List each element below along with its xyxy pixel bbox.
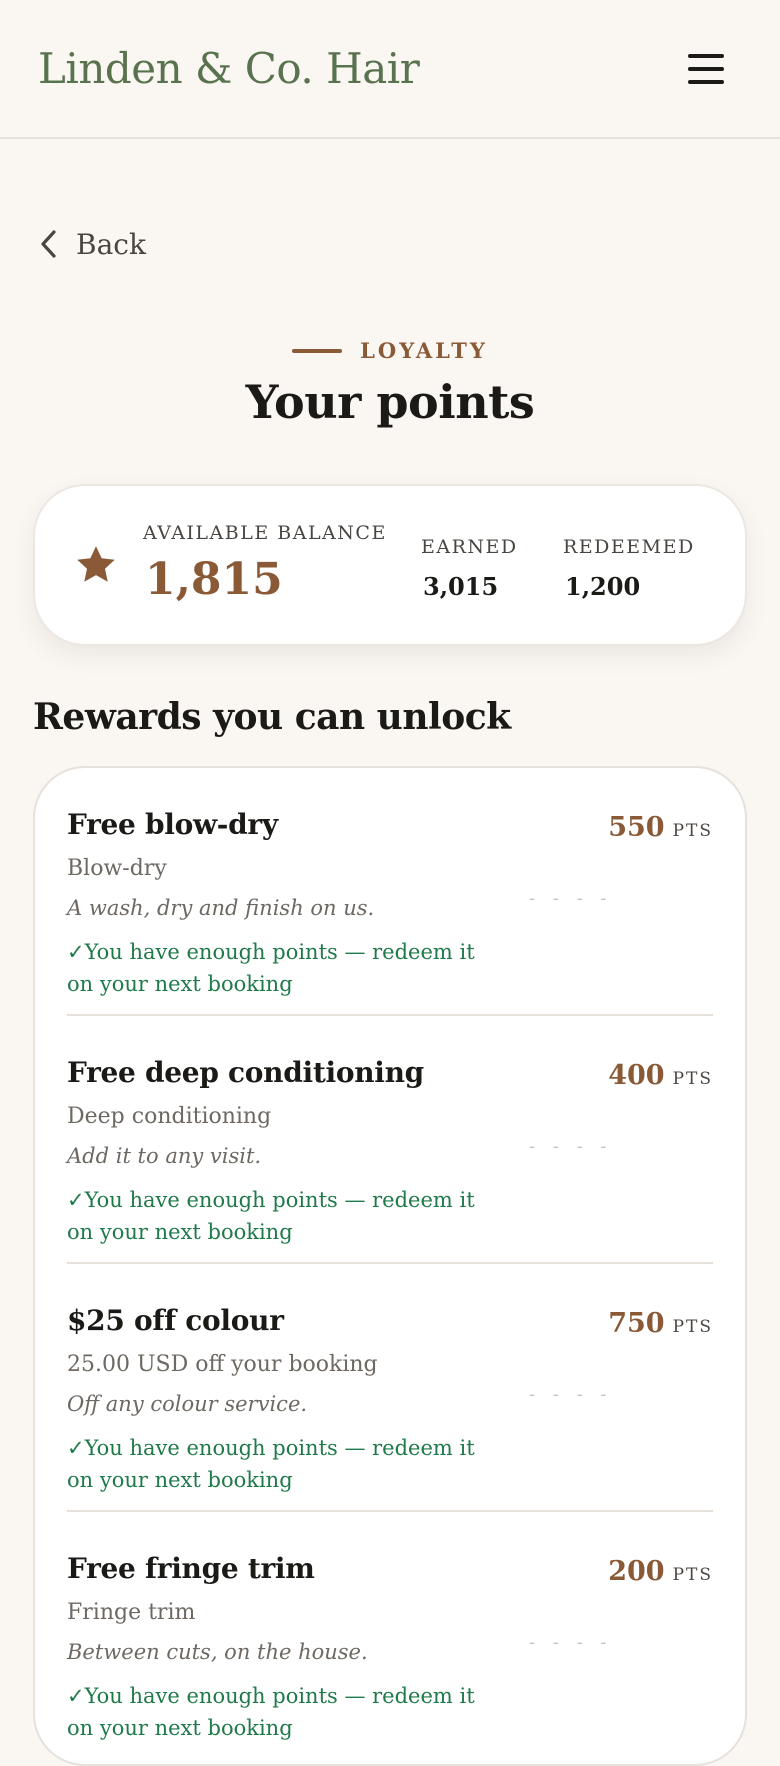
earned-value: 3,015: [423, 572, 499, 601]
balance-label: AVAILABLE BALANCE: [143, 522, 387, 544]
reward-item-free-blow-dry[interactable]: Free blow-dry Blow-dry A wash, dry and f…: [67, 768, 713, 1016]
redeemed-value: 1,200: [565, 572, 641, 601]
brand-logo[interactable]: Linden & Co. Hair: [38, 44, 420, 93]
reward-item-free-deep-conditioning[interactable]: Free deep conditioning Deep conditioning…: [67, 1016, 713, 1264]
reward-points: 200 PTS: [608, 1556, 713, 1587]
reward-description: Between cuts, on the house.: [67, 1640, 368, 1664]
rewards-section-title: Rewards you can unlock: [33, 696, 511, 738]
reward-points-unit: PTS: [672, 821, 713, 841]
reward-service: Deep conditioning: [67, 1104, 272, 1129]
reward-points-unit: PTS: [672, 1069, 713, 1089]
reward-item-free-fringe-trim[interactable]: Free fringe trim Fringe trim Between cut…: [67, 1512, 713, 1760]
reward-status: ✓You have enough points — redeem it on y…: [67, 940, 475, 996]
reward-name: Free deep conditioning: [67, 1056, 424, 1089]
balance-value: 1,815: [145, 554, 283, 605]
reward-points-value: 200: [608, 1556, 665, 1587]
reward-service: 25.00 USD off your booking: [67, 1352, 378, 1377]
balance-card: AVAILABLE BALANCE 1,815 EARNED 3,015 RED…: [33, 484, 747, 646]
reward-service: Fringe trim: [67, 1600, 196, 1625]
reward-status: ✓You have enough points — redeem it on y…: [67, 1436, 475, 1492]
chevron-left-icon: [41, 230, 56, 258]
rewards-list: Free blow-dry Blow-dry A wash, dry and f…: [33, 766, 747, 1766]
reward-points: 400 PTS: [608, 1060, 713, 1091]
eyebrow-text: LOYALTY: [360, 338, 488, 363]
back-button[interactable]: Back: [38, 224, 146, 264]
reward-description: Add it to any visit.: [67, 1144, 262, 1168]
reward-name: Free blow-dry: [67, 808, 278, 841]
hamburger-menu-icon[interactable]: [686, 52, 726, 86]
reward-points: 750 PTS: [608, 1308, 713, 1339]
reward-points-value: 750: [608, 1308, 665, 1339]
app-header: Linden & Co. Hair: [0, 0, 780, 139]
reward-name: $25 off colour: [67, 1304, 284, 1337]
redeemed-label: REDEEMED: [563, 536, 695, 558]
reward-description: Off any colour service.: [67, 1392, 308, 1416]
reward-description: A wash, dry and finish on us.: [67, 896, 375, 920]
eyebrow: LOYALTY: [0, 338, 780, 363]
reward-placeholder: - - - -: [529, 1384, 613, 1405]
earned-label: EARNED: [421, 536, 518, 558]
reward-points-unit: PTS: [672, 1565, 713, 1585]
reward-name: Free fringe trim: [67, 1552, 315, 1585]
back-label: Back: [76, 227, 146, 261]
reward-item-25-off-colour[interactable]: $25 off colour 25.00 USD off your bookin…: [67, 1264, 713, 1512]
reward-status: ✓You have enough points — redeem it on y…: [67, 1188, 475, 1244]
eyebrow-rule: [292, 348, 343, 353]
reward-points: 550 PTS: [608, 812, 713, 843]
star-icon: [77, 546, 115, 582]
page-title: Your points: [245, 375, 535, 429]
reward-placeholder: - - - -: [529, 1632, 613, 1653]
reward-service: Blow-dry: [67, 856, 167, 881]
reward-status: ✓You have enough points — redeem it on y…: [67, 1684, 475, 1740]
reward-placeholder: - - - -: [529, 1136, 613, 1157]
reward-placeholder: - - - -: [529, 888, 613, 909]
reward-points-value: 400: [608, 1060, 665, 1091]
reward-points-unit: PTS: [672, 1317, 713, 1337]
reward-points-value: 550: [608, 812, 665, 843]
